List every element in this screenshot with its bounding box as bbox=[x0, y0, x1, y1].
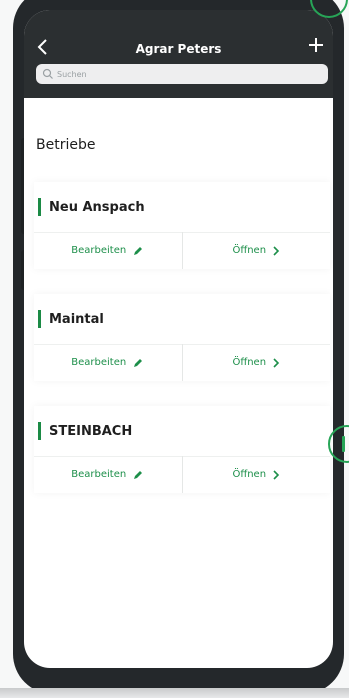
open-label: Öffnen bbox=[232, 357, 267, 368]
page-title: Agrar Peters bbox=[135, 42, 222, 56]
accent-bar bbox=[38, 310, 41, 328]
bottom-shadow bbox=[0, 688, 349, 698]
chevron-right-icon bbox=[272, 245, 280, 256]
edit-button[interactable]: Bearbeiten bbox=[34, 232, 182, 269]
add-button[interactable] bbox=[309, 36, 323, 54]
app-header: Agrar Peters bbox=[24, 10, 333, 98]
chevron-right-icon bbox=[272, 469, 280, 480]
farm-card-header: STEINBACH bbox=[34, 406, 330, 456]
open-label: Öffnen bbox=[232, 245, 267, 256]
pencil-icon bbox=[132, 245, 144, 257]
farm-card: STEINBACH Bearbeiten Öffnen bbox=[34, 406, 330, 493]
farm-name: STEINBACH bbox=[49, 423, 133, 439]
farm-card: Maintal Bearbeiten Öffnen bbox=[34, 294, 330, 381]
farm-list: Neu Anspach Bearbeiten Öffnen Maintal Be… bbox=[34, 182, 330, 518]
edit-label: Bearbeiten bbox=[71, 357, 127, 368]
app-screen: Agrar Peters Betriebe Neu Anspach Bearbe… bbox=[24, 10, 333, 668]
search-field[interactable] bbox=[36, 64, 328, 84]
open-label: Öffnen bbox=[232, 469, 267, 480]
plus-icon bbox=[309, 38, 323, 52]
edit-button[interactable]: Bearbeiten bbox=[34, 456, 182, 493]
edit-label: Bearbeiten bbox=[71, 469, 127, 480]
open-button[interactable]: Öffnen bbox=[181, 344, 331, 381]
accent-bar bbox=[38, 422, 41, 440]
search-icon bbox=[42, 68, 53, 79]
open-button[interactable]: Öffnen bbox=[181, 232, 331, 269]
farm-name: Maintal bbox=[49, 311, 104, 327]
edit-label: Bearbeiten bbox=[71, 245, 127, 256]
pencil-icon bbox=[132, 469, 144, 481]
farm-card-header: Maintal bbox=[34, 294, 330, 344]
farm-card: Neu Anspach Bearbeiten Öffnen bbox=[34, 182, 330, 269]
farm-card-header: Neu Anspach bbox=[34, 182, 330, 232]
search-input[interactable] bbox=[57, 69, 328, 79]
chevron-right-icon bbox=[272, 357, 280, 368]
pencil-icon bbox=[132, 357, 144, 369]
open-button[interactable]: Öffnen bbox=[181, 456, 331, 493]
accent-bar bbox=[38, 198, 41, 216]
edit-button[interactable]: Bearbeiten bbox=[34, 344, 182, 381]
section-heading: Betriebe bbox=[36, 137, 96, 153]
farm-name: Neu Anspach bbox=[49, 199, 145, 215]
